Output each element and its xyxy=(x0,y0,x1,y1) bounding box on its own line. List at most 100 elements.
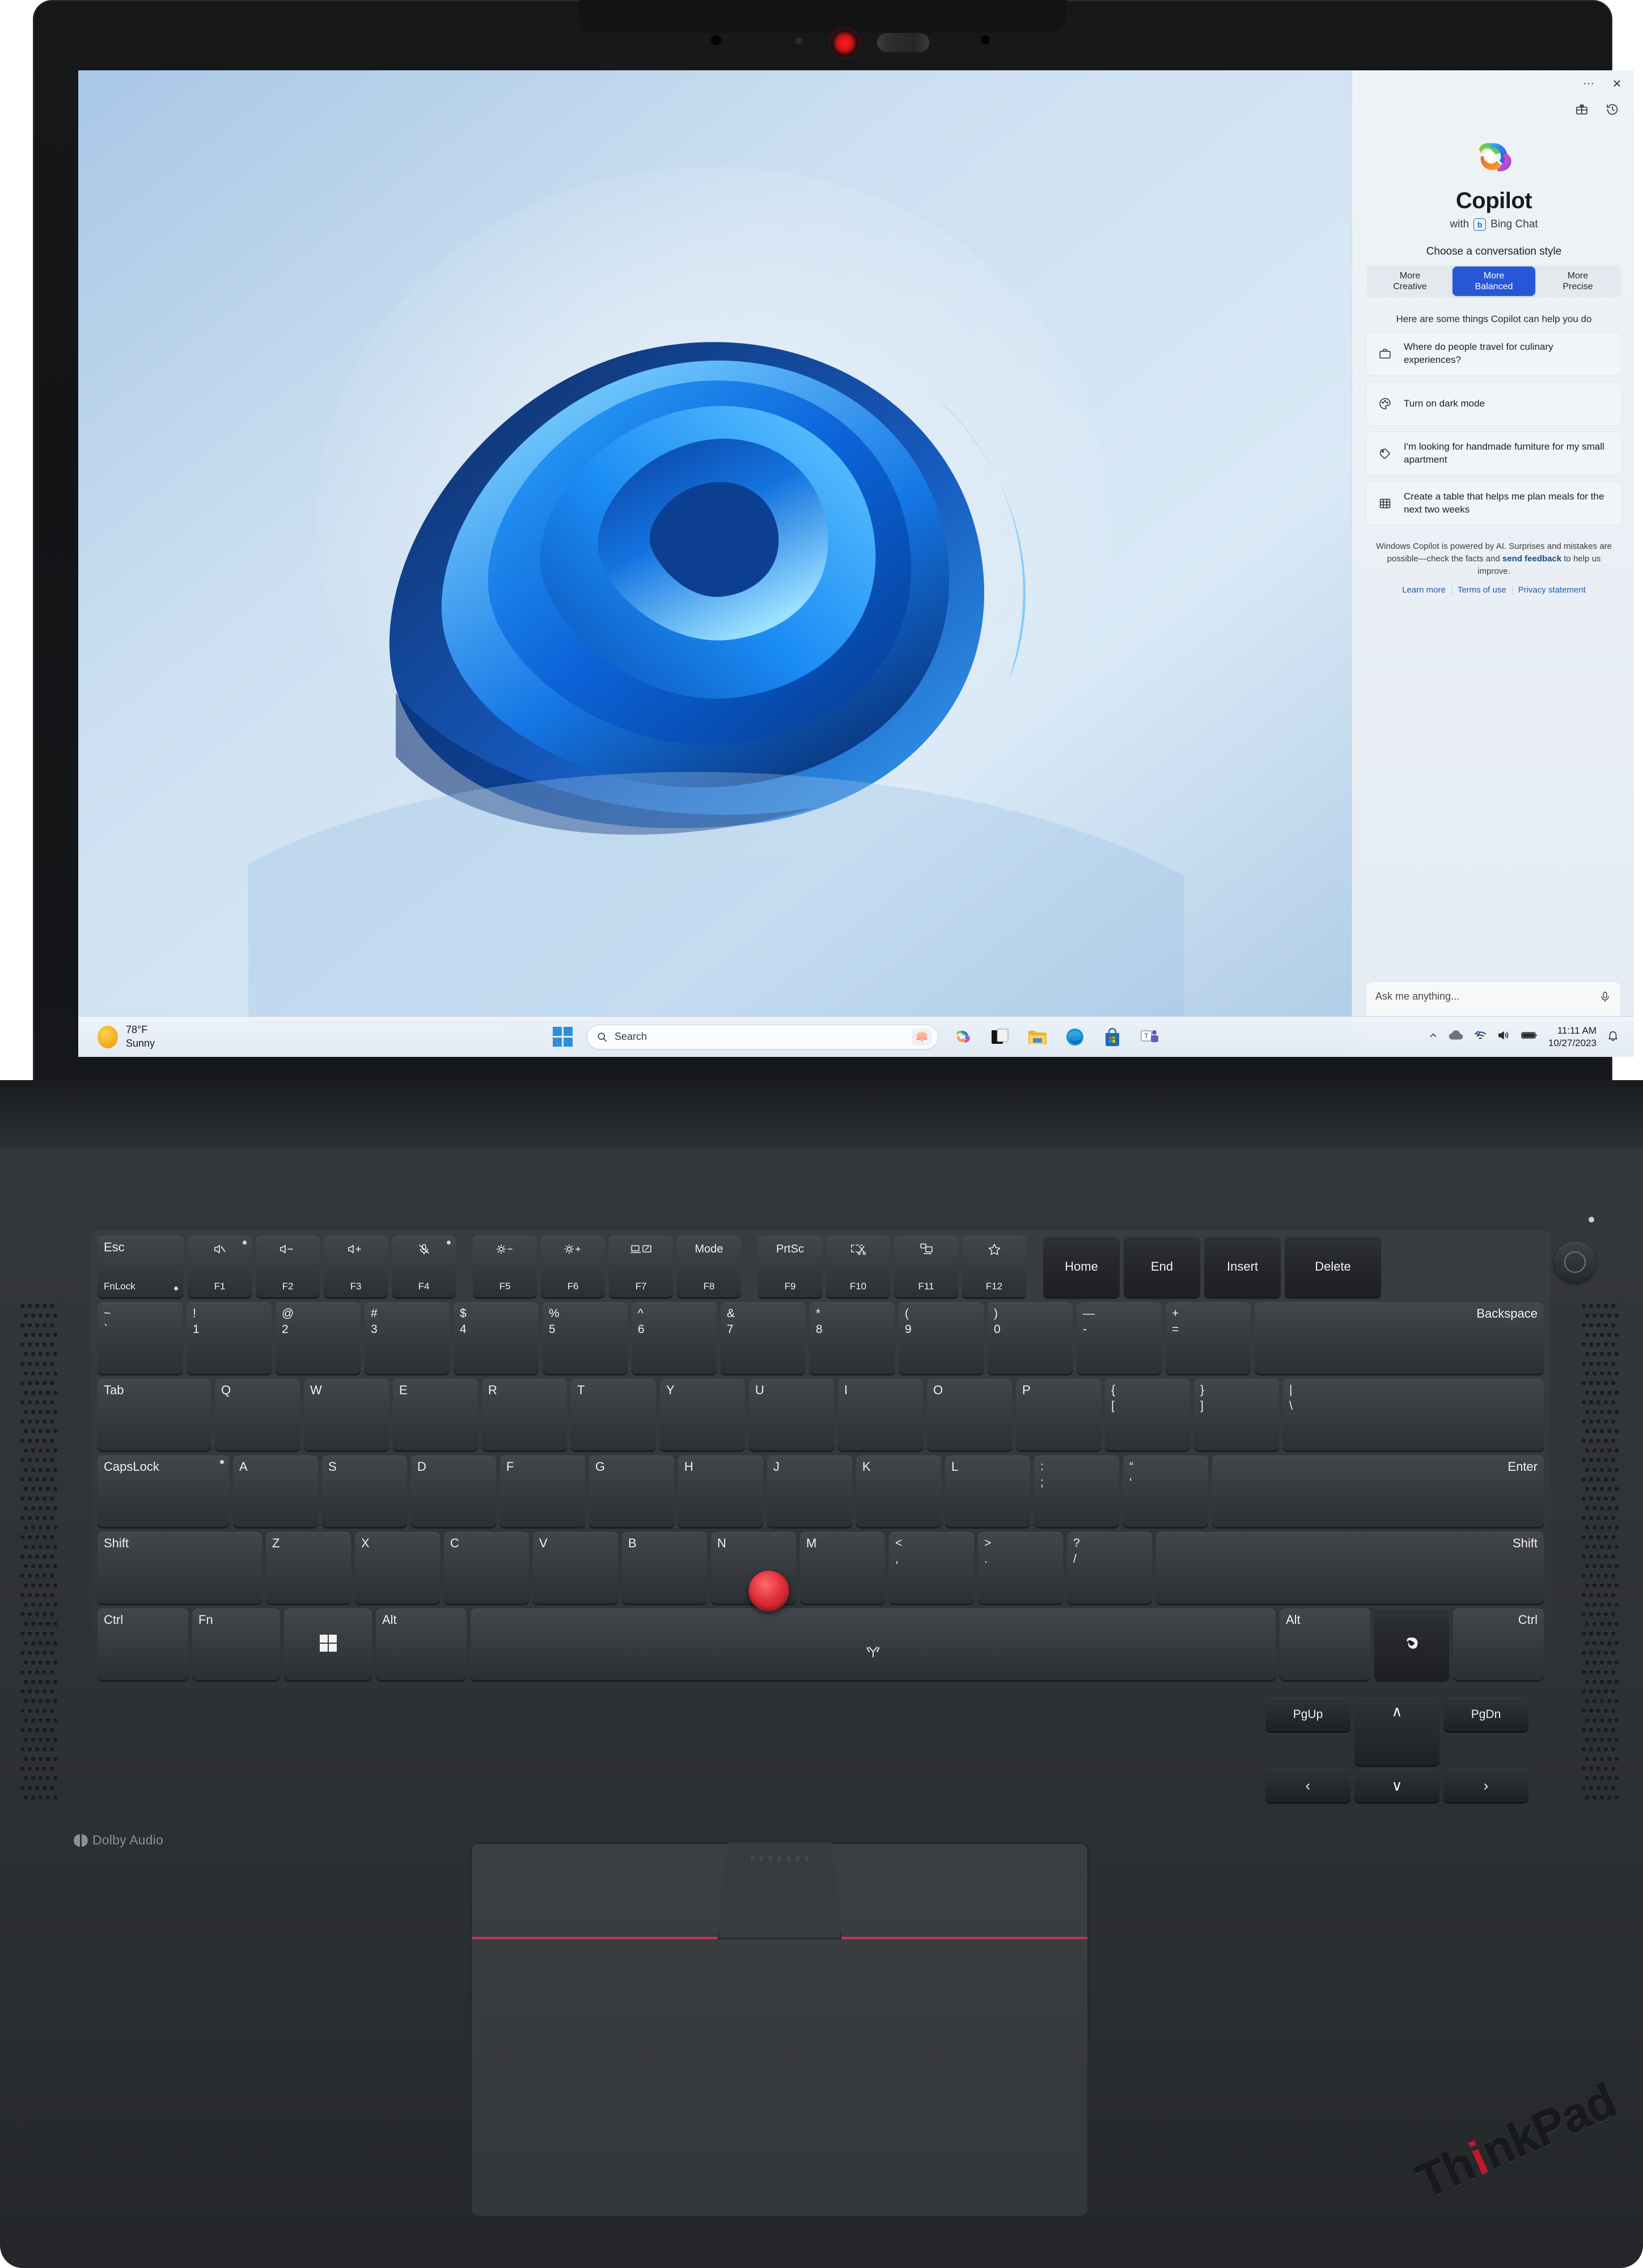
key-f6-brightness-up[interactable]: F6 xyxy=(541,1236,605,1297)
key-home[interactable]: Home xyxy=(1043,1236,1120,1297)
start-button[interactable] xyxy=(549,1024,575,1050)
key-j[interactable]: J xyxy=(767,1455,852,1527)
more-options-icon[interactable]: ··· xyxy=(1581,76,1596,91)
learn-more-link[interactable]: Learn more xyxy=(1402,585,1446,595)
key-delete[interactable]: Delete xyxy=(1285,1236,1381,1297)
key-ctrl-right[interactable]: Ctrl xyxy=(1453,1609,1544,1680)
key-f12-star[interactable]: F12 xyxy=(962,1236,1026,1297)
taskbar-item-file-explorer[interactable] xyxy=(1024,1024,1051,1050)
taskbar-clock[interactable]: 11:11 AM 10/27/2023 xyxy=(1548,1025,1597,1049)
key-insert[interactable]: Insert xyxy=(1204,1236,1281,1297)
key-backspace[interactable]: Backspace xyxy=(1255,1302,1544,1374)
key-backtick[interactable]: ~ ` xyxy=(98,1302,183,1374)
key-windows[interactable] xyxy=(284,1609,372,1680)
key-enter[interactable]: Enter xyxy=(1212,1455,1544,1527)
key-pgup[interactable]: PgUp xyxy=(1265,1698,1350,1731)
key-c[interactable]: C xyxy=(444,1532,529,1603)
key-capslock[interactable]: CapsLock xyxy=(98,1455,229,1527)
key-comma[interactable]: <, xyxy=(889,1532,974,1603)
microphone-icon[interactable] xyxy=(1599,991,1611,1006)
key-x[interactable]: X xyxy=(355,1532,440,1603)
key-w[interactable]: W xyxy=(304,1379,389,1450)
key-f9-prtsc[interactable]: PrtSc F9 xyxy=(758,1236,822,1297)
key-backslash[interactable]: | \ xyxy=(1283,1379,1544,1450)
key-equals[interactable]: + = xyxy=(1166,1302,1251,1374)
key-end[interactable]: End xyxy=(1124,1236,1200,1297)
key-arrow-right[interactable]: › xyxy=(1443,1769,1528,1802)
key-pgdn[interactable]: PgDn xyxy=(1443,1698,1528,1731)
key-3[interactable]: #3 xyxy=(365,1302,450,1374)
key-7[interactable]: & 7 xyxy=(721,1302,806,1374)
key-d[interactable]: D xyxy=(411,1455,496,1527)
key-f10-snip[interactable]: F10 xyxy=(826,1236,890,1297)
key-a[interactable]: A xyxy=(233,1455,318,1527)
speaker-icon[interactable] xyxy=(1497,1030,1511,1044)
suggestion-card-furniture[interactable]: I'm looking for handmade furniture for m… xyxy=(1366,431,1622,476)
key-slash[interactable]: ? / xyxy=(1067,1532,1152,1603)
key-4[interactable]: $4 xyxy=(454,1302,539,1374)
key-9[interactable]: (9 xyxy=(899,1302,984,1374)
key-1[interactable]: ! 1 xyxy=(187,1302,272,1374)
suggestion-card-dark-mode[interactable]: Turn on dark mode xyxy=(1366,382,1622,426)
key-y[interactable]: Y xyxy=(660,1379,745,1450)
key-shift-right[interactable]: Shift xyxy=(1156,1532,1544,1603)
key-l[interactable]: L xyxy=(945,1455,1030,1527)
suggestion-card-meal-table[interactable]: Create a table that helps me plan meals … xyxy=(1366,481,1622,526)
key-e[interactable]: E xyxy=(393,1379,478,1450)
plugins-icon[interactable] xyxy=(1574,102,1589,117)
style-option-more-balanced[interactable]: More Balanced xyxy=(1453,266,1535,296)
key-o[interactable]: O xyxy=(927,1379,1012,1450)
key-f[interactable]: F xyxy=(500,1455,585,1527)
style-option-more-precise[interactable]: More Precise xyxy=(1536,266,1619,296)
key-b[interactable]: B xyxy=(622,1532,707,1603)
key-bracket-right[interactable]: }] xyxy=(1194,1379,1279,1450)
taskbar-item-copilot[interactable] xyxy=(950,1024,976,1050)
key-arrow-down[interactable]: ∨ xyxy=(1354,1769,1439,1802)
lotus-icon[interactable]: 🪷 xyxy=(912,1028,932,1046)
middle-click-button[interactable] xyxy=(718,1843,841,1939)
key-alt-left[interactable]: Alt xyxy=(376,1609,467,1680)
wifi-icon[interactable] xyxy=(1473,1030,1487,1044)
key-f3-volume-up[interactable]: F3 xyxy=(324,1236,388,1297)
key-s[interactable]: S xyxy=(322,1455,407,1527)
key-f4-mic-mute[interactable]: F4 xyxy=(392,1236,456,1297)
key-f5-brightness-down[interactable]: F5 xyxy=(473,1236,537,1297)
key-g[interactable]: G xyxy=(589,1455,674,1527)
taskbar-item-edge[interactable] xyxy=(1062,1024,1088,1050)
taskbar-item-teams[interactable]: T xyxy=(1137,1024,1163,1050)
key-k[interactable]: K xyxy=(856,1455,941,1527)
key-m[interactable]: M xyxy=(800,1532,885,1603)
history-icon[interactable] xyxy=(1605,102,1620,117)
key-space[interactable] xyxy=(471,1609,1276,1680)
key-t[interactable]: T xyxy=(571,1379,656,1450)
key-6[interactable]: ^ 6 xyxy=(632,1302,717,1374)
key-alt-right[interactable]: Alt xyxy=(1280,1609,1370,1680)
send-feedback-link[interactable]: send feedback xyxy=(1502,554,1561,564)
key-f2-volume-down[interactable]: F2 xyxy=(256,1236,320,1297)
key-2[interactable]: @2 xyxy=(276,1302,361,1374)
taskbar-item-store[interactable] xyxy=(1099,1024,1125,1050)
key-5[interactable]: % 5 xyxy=(543,1302,628,1374)
key-quote[interactable]: “‘ xyxy=(1123,1455,1208,1527)
bell-icon[interactable] xyxy=(1607,1029,1619,1044)
key-i[interactable]: I xyxy=(838,1379,923,1450)
search-input[interactable]: Search xyxy=(615,1031,905,1043)
key-esc[interactable]: Esc FnLock xyxy=(98,1236,184,1297)
cloud-icon[interactable] xyxy=(1449,1030,1463,1044)
key-period[interactable]: >. xyxy=(978,1532,1063,1603)
key-ctrl-left[interactable]: Ctrl xyxy=(98,1609,188,1680)
suggestion-card-travel[interactable]: Where do people travel for culinary expe… xyxy=(1366,332,1622,376)
power-button[interactable] xyxy=(1555,1242,1595,1283)
key-tab[interactable]: Tab xyxy=(98,1379,211,1450)
key-f11-app-switch[interactable]: F11 xyxy=(894,1236,958,1297)
key-f8-mode[interactable]: Mode F8 xyxy=(677,1236,741,1297)
key-p[interactable]: P xyxy=(1016,1379,1101,1450)
key-fn[interactable]: Fn xyxy=(192,1609,280,1680)
privacy-statement-link[interactable]: Privacy statement xyxy=(1518,585,1586,595)
key-q[interactable]: Q xyxy=(215,1379,300,1450)
key-copilot[interactable] xyxy=(1374,1609,1449,1680)
key-shift-left[interactable]: Shift xyxy=(98,1532,262,1603)
trackpoint[interactable] xyxy=(748,1571,789,1611)
key-0[interactable]: ) 0 xyxy=(988,1302,1073,1374)
privacy-shutter[interactable] xyxy=(877,33,929,52)
